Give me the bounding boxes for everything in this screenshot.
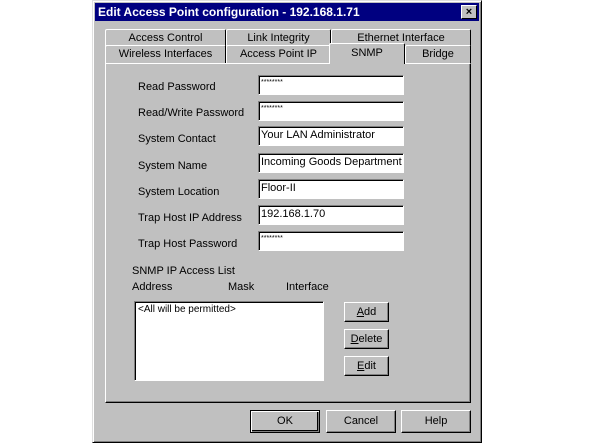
tab-snmp[interactable]: SNMP (329, 43, 405, 64)
system-contact-label: System Contact (138, 133, 216, 145)
add-button[interactable]: Add (344, 302, 389, 322)
system-contact-field[interactable]: Your LAN Administrator (258, 126, 404, 146)
delete-button[interactable]: Delete (344, 329, 389, 349)
delete-button-label: elete (358, 333, 383, 345)
column-interface: Interface (286, 281, 329, 293)
window-title: Edit Access Point configuration - 192.16… (98, 5, 360, 19)
trap-host-password-label: Trap Host Password (138, 238, 238, 250)
access-list-box[interactable]: <All will be permitted> (134, 301, 324, 381)
trap-host-password-field[interactable]: ******** (258, 231, 404, 251)
edit-button[interactable]: Edit (344, 356, 389, 376)
system-name-label: System Name (138, 160, 208, 172)
access-list-title: SNMP IP Access List (132, 265, 235, 277)
system-location-label: System Location (138, 186, 220, 198)
read-password-field[interactable]: ******** (258, 75, 404, 95)
add-button-mnemonic: A (356, 306, 365, 318)
trap-host-ip-label: Trap Host IP Address (138, 212, 242, 224)
tab-access-point-ip[interactable]: Access Point IP (226, 45, 331, 63)
read-password-label: Read Password (138, 81, 216, 93)
trap-host-ip-field[interactable]: 192.168.1.70 (258, 205, 404, 225)
system-location-field[interactable]: Floor-II (258, 179, 404, 199)
read-write-password-field[interactable]: ******** (258, 101, 404, 121)
delete-button-mnemonic: D (350, 333, 359, 345)
snmp-panel: Read Password ******** Read/Write Passwo… (105, 63, 471, 403)
edit-button-label: dit (364, 360, 376, 372)
tab-wireless-interfaces[interactable]: Wireless Interfaces (105, 45, 226, 63)
column-mask: Mask (228, 281, 255, 293)
column-address: Address (132, 281, 173, 293)
ok-button[interactable]: OK (250, 410, 320, 433)
help-button[interactable]: Help (401, 410, 471, 433)
add-button-label: dd (364, 306, 377, 318)
read-write-password-label: Read/Write Password (138, 107, 245, 119)
system-name-field[interactable]: Incoming Goods Department (258, 153, 404, 173)
list-item[interactable]: <All will be permitted> (138, 304, 320, 315)
close-icon[interactable]: × (461, 5, 477, 19)
tab-bridge[interactable]: Bridge (405, 45, 471, 63)
edit-access-point-dialog: Edit Access Point configuration - 192.16… (92, 0, 482, 443)
title-bar[interactable]: Edit Access Point configuration - 192.16… (95, 3, 479, 21)
cancel-button[interactable]: Cancel (326, 410, 396, 433)
